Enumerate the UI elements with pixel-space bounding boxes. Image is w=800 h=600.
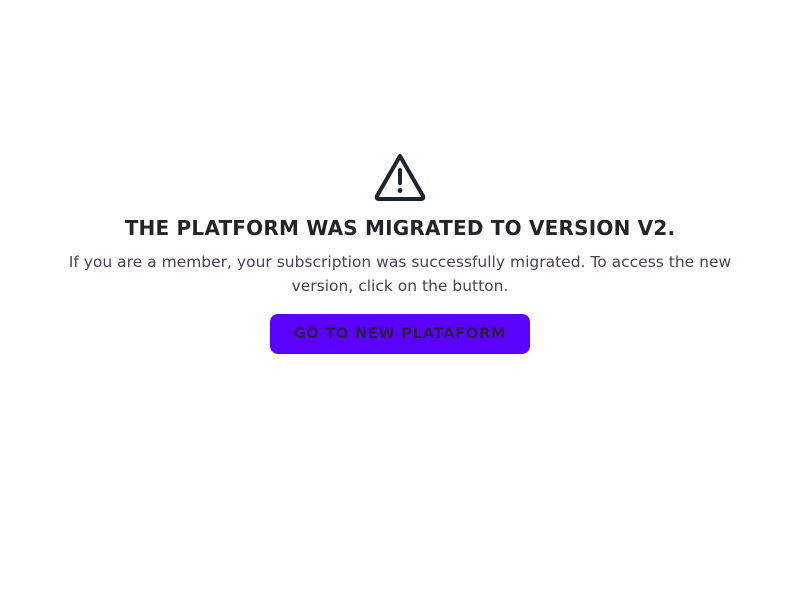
- warning-triangle-icon: [374, 154, 426, 201]
- page-title: THE PLATFORM WAS MIGRATED TO VERSION V2.: [124, 216, 676, 240]
- migration-notice: THE PLATFORM WAS MIGRATED TO VERSION V2.…: [0, 152, 800, 354]
- go-to-new-platform-button[interactable]: GO TO NEW PLATAFORM: [270, 314, 530, 354]
- migration-message: If you are a member, your subscription w…: [68, 253, 732, 295]
